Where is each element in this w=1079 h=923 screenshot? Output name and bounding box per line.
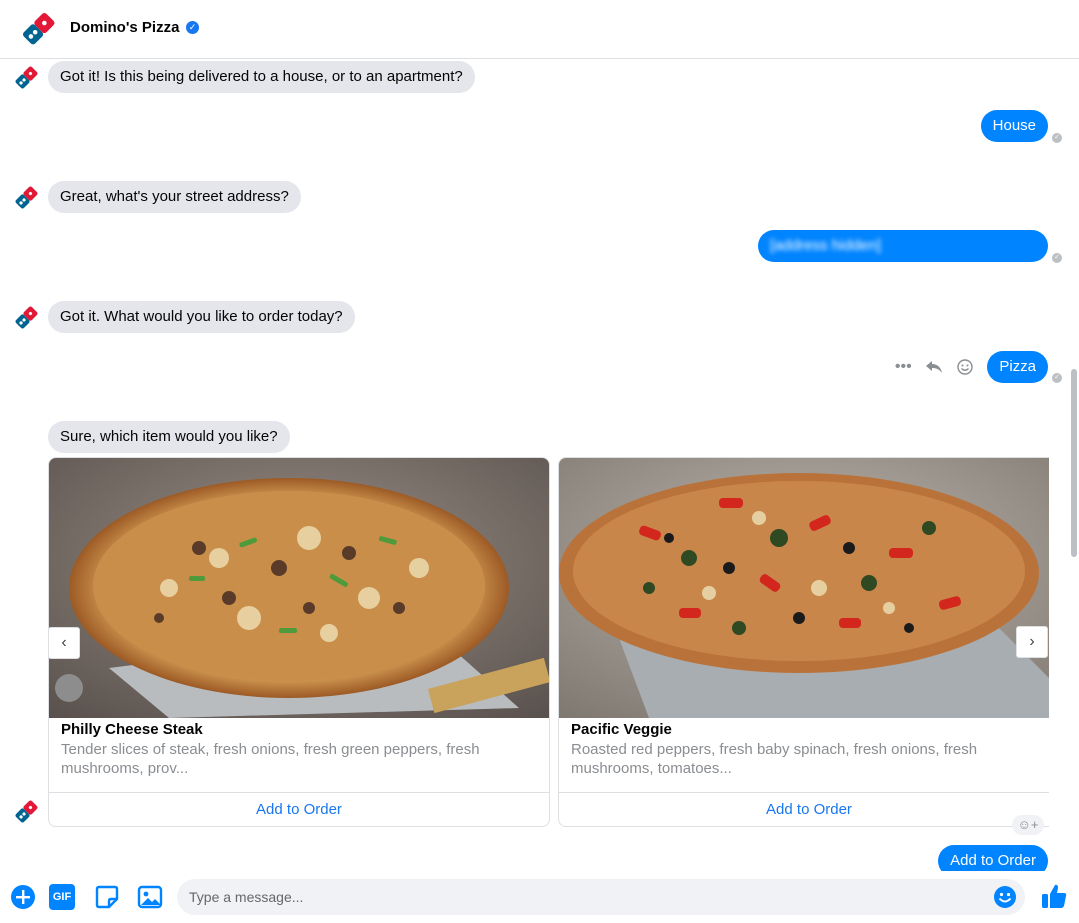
pizza-image[interactable] xyxy=(49,458,549,718)
bot-avatar-icon xyxy=(15,66,38,89)
incoming-message[interactable]: Got it! Is this being delivered to a hou… xyxy=(48,61,475,93)
more-options-icon[interactable]: ••• xyxy=(888,351,919,383)
incoming-message[interactable]: Got it. What would you like to order tod… xyxy=(48,301,355,333)
page-title[interactable]: Domino's Pizza xyxy=(70,19,179,36)
verified-badge-icon: ✓ xyxy=(186,21,199,34)
reply-icon[interactable] xyxy=(919,351,950,383)
add-to-order-button[interactable]: Add to Order xyxy=(559,792,1049,826)
card-description: Tender slices of steak, fresh onions, fr… xyxy=(61,741,480,777)
message-list[interactable]: Got it! Is this being delivered to a hou… xyxy=(0,59,1068,871)
conversation-header: Domino's Pizza ✓ xyxy=(0,0,1079,59)
chevron-right-icon: › xyxy=(1029,633,1035,650)
emoji-icon[interactable] xyxy=(993,885,1017,909)
pizza-image[interactable] xyxy=(559,458,1049,718)
carousel-prev-button[interactable]: ‹ xyxy=(48,627,80,659)
message-composer: GIF xyxy=(0,871,1079,923)
bot-avatar-icon xyxy=(15,800,38,823)
card-description: Roasted red peppers, fresh baby spinach,… xyxy=(571,741,978,777)
outgoing-message-address[interactable]: [address hidden] xyxy=(758,230,1048,262)
redacted-address: [address hidden] xyxy=(770,237,881,254)
chevron-left-icon: ‹ xyxy=(61,634,67,651)
react-emoji-icon[interactable] xyxy=(949,351,980,383)
delivered-check-icon: ✓ xyxy=(1052,373,1062,383)
bot-avatar-icon xyxy=(15,186,38,209)
incoming-message[interactable]: Sure, which item would you like? xyxy=(48,421,290,453)
message-actions: ••• xyxy=(888,351,980,383)
dominos-logo-icon[interactable] xyxy=(18,8,58,48)
product-card: Pacific Veggie Roasted red peppers, fres… xyxy=(558,457,1049,827)
plus-icon[interactable] xyxy=(10,884,36,910)
scrollbar-thumb[interactable] xyxy=(1071,369,1077,557)
delivered-check-icon: ✓ xyxy=(1052,253,1062,263)
incoming-message[interactable]: Great, what's your street address? xyxy=(48,181,301,213)
image-icon[interactable] xyxy=(137,884,163,910)
message-input[interactable] xyxy=(177,879,981,915)
card-title: Philly Cheese Steak xyxy=(61,721,203,738)
add-to-order-button[interactable]: Add to Order xyxy=(49,792,549,826)
delivered-check-icon: ✓ xyxy=(1052,133,1062,143)
gif-icon[interactable]: GIF xyxy=(49,884,75,910)
carousel-next-button[interactable]: › xyxy=(1016,626,1048,658)
bot-avatar-icon xyxy=(15,306,38,329)
product-card: Philly Cheese Steak Tender slices of ste… xyxy=(48,457,550,827)
message-input-container xyxy=(177,879,1025,915)
outgoing-message[interactable]: Pizza xyxy=(987,351,1048,383)
sticker-icon[interactable] xyxy=(94,884,120,910)
outgoing-message[interactable]: House xyxy=(980,110,1048,142)
thumbs-up-icon[interactable] xyxy=(1040,882,1068,910)
chat-scrollbar[interactable] xyxy=(1069,59,1079,871)
add-reaction-icon[interactable]: ☺+ xyxy=(1012,815,1044,835)
outgoing-message[interactable]: Add to Order xyxy=(938,845,1048,871)
card-title: Pacific Veggie xyxy=(571,721,672,738)
